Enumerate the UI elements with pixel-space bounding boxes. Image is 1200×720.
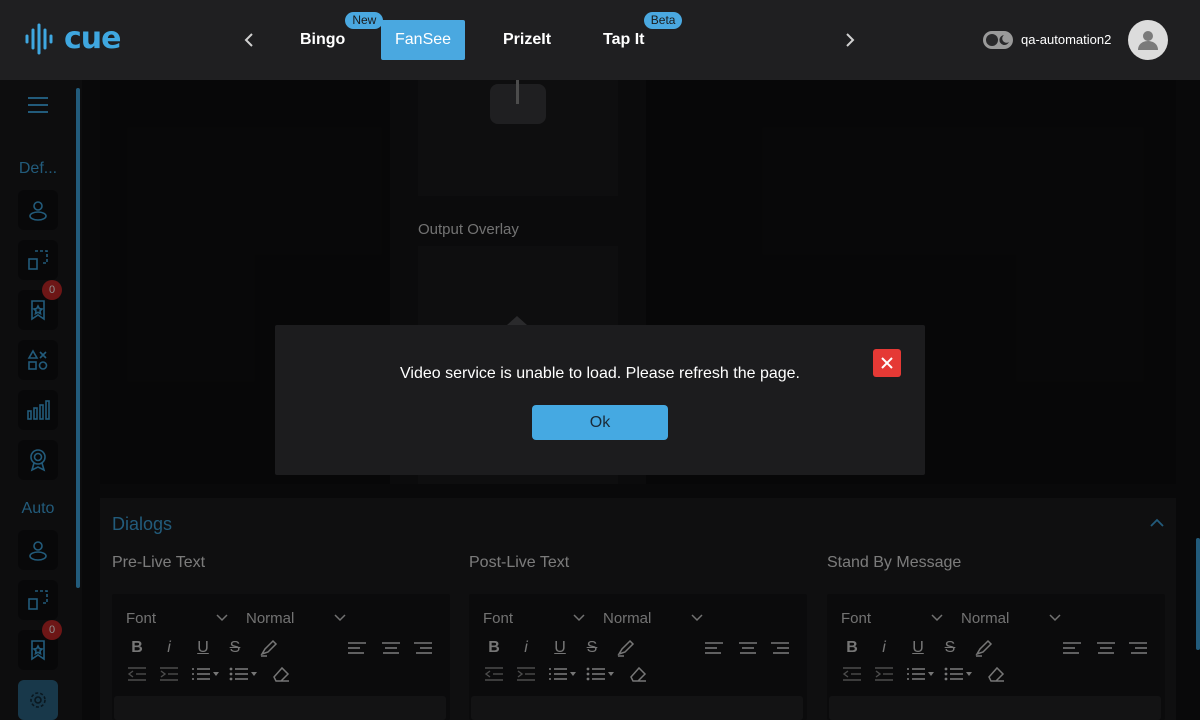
moon-icon (986, 34, 1009, 46)
logo-waveform-icon (25, 23, 53, 55)
tab-prizeit[interactable]: PrizeIt (489, 20, 565, 60)
tab-label: Bingo (300, 31, 346, 48)
avatar[interactable] (1128, 20, 1168, 60)
tabs-next-button[interactable] (838, 28, 862, 52)
user-avatar-icon (1138, 31, 1158, 50)
ok-button[interactable]: Ok (532, 405, 668, 440)
modal-message: Video service is unable to load. Please … (400, 365, 800, 382)
tooltip-arrow (507, 316, 527, 325)
tab-fansee[interactable]: FanSee (381, 20, 466, 60)
tab-label: PrizeIt (503, 31, 552, 48)
theme-toggle[interactable] (983, 31, 1013, 49)
error-modal: Video service is unable to load. Please … (275, 325, 925, 475)
username: qa-automation2 (1021, 32, 1112, 47)
tabs-prev-button[interactable] (237, 28, 261, 52)
tab-label: FanSee (395, 31, 452, 48)
logo-text: cue (64, 21, 121, 56)
new-badge: New (345, 12, 384, 29)
tab-tapit[interactable]: Tap It Beta (589, 12, 683, 60)
tab-label: Tap It (603, 31, 645, 48)
app-root: cue Bingo New FanSee PrizeIt Tap It Beta (0, 0, 1200, 720)
logo[interactable]: cue (24, 22, 121, 56)
tab-bingo[interactable]: Bingo New (286, 12, 384, 60)
top-bar: cue Bingo New FanSee PrizeIt Tap It Beta (0, 0, 1200, 80)
close-icon (881, 357, 893, 369)
chevron-right-icon (846, 33, 855, 47)
beta-badge: Beta (643, 12, 683, 29)
chevron-left-icon (244, 33, 253, 47)
modal-close-button[interactable] (873, 349, 901, 377)
